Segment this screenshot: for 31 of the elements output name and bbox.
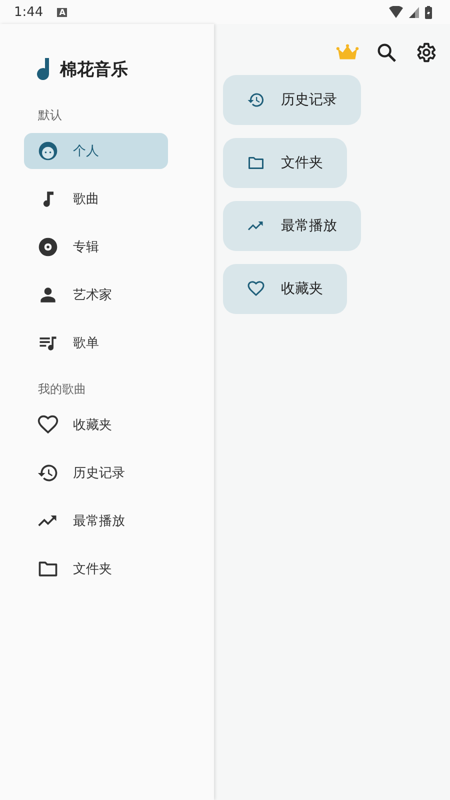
history-icon xyxy=(247,91,265,109)
history-icon xyxy=(37,462,59,484)
wifi-icon xyxy=(389,6,403,18)
heart-icon xyxy=(37,414,59,436)
notification-badge: A xyxy=(57,8,68,16)
signal-icon xyxy=(409,6,419,18)
section-heading: 默认 xyxy=(38,107,63,124)
status-time: 1:44 xyxy=(14,4,44,20)
folder-icon xyxy=(247,154,265,172)
drawer-item[interactable]: 歌曲 xyxy=(24,181,168,217)
music-note-logo-icon xyxy=(36,58,50,80)
shortcut-card[interactable]: 历史记录 xyxy=(223,75,361,125)
drawer-item[interactable]: 专辑 xyxy=(24,229,168,265)
battery-icon xyxy=(425,6,432,18)
drawer-item[interactable]: 歌单 xyxy=(24,325,168,361)
drawer-item[interactable]: 文件夹 xyxy=(24,551,168,587)
search-icon xyxy=(375,41,398,64)
drawer-item[interactable]: 最常播放 xyxy=(24,503,168,539)
app-title: 棉花音乐 xyxy=(60,58,128,80)
settings-icon xyxy=(414,41,437,64)
face-icon xyxy=(37,140,59,162)
disc-icon xyxy=(37,236,59,258)
drawer-item[interactable]: 收藏夹 xyxy=(24,407,168,443)
section-heading: 我的歌曲 xyxy=(38,381,87,398)
heart-icon xyxy=(247,280,265,298)
shortcut-card[interactable]: 文件夹 xyxy=(223,138,347,188)
drawer-item[interactable]: 个人 xyxy=(24,133,168,169)
shortcut-card[interactable]: 收藏夹 xyxy=(223,264,347,314)
drawer-item[interactable]: 艺术家 xyxy=(24,277,168,313)
drawer-item[interactable]: 历史记录 xyxy=(24,455,168,491)
shortcut-card[interactable]: 最常播放 xyxy=(223,201,361,251)
